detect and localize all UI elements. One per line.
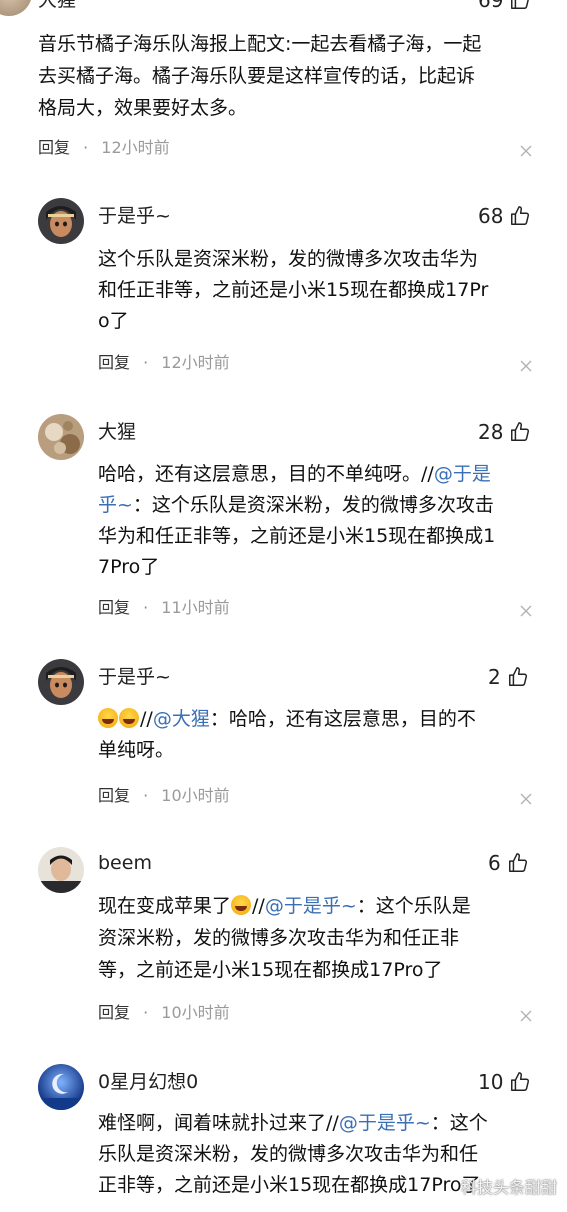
reply-button[interactable]: 回复 (98, 1003, 130, 1022)
separator: · (83, 138, 89, 157)
close-icon[interactable] (520, 605, 532, 617)
comment-meta: 回复 · 10小时前 (98, 1002, 230, 1024)
timestamp: 10小时前 (161, 1003, 230, 1022)
username[interactable]: 大猩 (38, 0, 76, 12)
comment-text: // (140, 708, 153, 730)
thumbs-up-icon (511, 1072, 530, 1091)
comment-text: 难怪啊，闻着味就扑过来了// (98, 1112, 339, 1134)
separator: · (143, 598, 149, 617)
like-count: 10 (478, 1070, 504, 1094)
comment-text-line: 哈哈，还有这层意思，目的不单纯呀。//@于是 (98, 458, 491, 490)
avatar[interactable] (0, 0, 32, 16)
thumbs-up-icon (511, 206, 530, 225)
comment-text-line: 这个乐队是资深米粉，发的微博多次攻击华为 (98, 248, 479, 270)
comment-text-line: 去买橘子海。橘子海乐队要是这样宣传的话，比起诉 (38, 65, 476, 87)
mention-link[interactable]: @大猩 (153, 708, 210, 730)
comment-text-line: 7Pro了 (98, 556, 160, 578)
comment-text-line: 格局大，效果要好太多。 (38, 97, 248, 119)
comment-meta: 回复 · 11小时前 (98, 597, 230, 619)
comment-text: ：这个乐队是资深米粉，发的微博多次攻击 (132, 494, 494, 516)
comment-text-line: 资深米粉，发的微博多次攻击华为和任正非 (98, 927, 460, 949)
avatar[interactable] (38, 198, 84, 244)
comment-text: 现在变成苹果了 (98, 895, 232, 917)
thumbs-up-icon (508, 667, 527, 686)
timestamp: 12小时前 (161, 353, 230, 372)
reply-button[interactable]: 回复 (98, 353, 130, 372)
close-icon[interactable] (520, 360, 532, 372)
avatar[interactable] (38, 847, 84, 893)
comment-text: ：哈哈，还有这层意思，目的不 (209, 708, 476, 730)
comment-text: ：这个乐队是 (356, 895, 471, 917)
comment-text-line: 单纯呀。 (98, 739, 175, 761)
timestamp: 12小时前 (101, 138, 170, 157)
comment-text-line: 等，之前还是小米15现在都换成17Pro了 (98, 959, 443, 981)
username[interactable]: beem (98, 851, 152, 875)
comment-text-line: 乎~：这个乐队是资深米粉，发的微博多次攻击 (98, 489, 494, 521)
username[interactable]: 0星月幻想0 (98, 1070, 198, 1094)
like-count: 6 (488, 851, 501, 875)
reply-button[interactable]: 回复 (38, 138, 70, 157)
comment-text-line: 乐队是资深米粉，发的微博多次攻击华为和任 (98, 1143, 479, 1165)
reply-button[interactable]: 回复 (98, 598, 130, 617)
watermark: 科技头条甜甜 (460, 1178, 557, 1197)
like-button[interactable]: 6 (488, 851, 529, 875)
grinning-emoji (231, 895, 252, 915)
comment-text-line: 和任正非等，之前还是小米15现在都换成17Pr (98, 279, 489, 301)
like-button[interactable]: 10 (478, 1070, 531, 1094)
reply-button[interactable]: 回复 (98, 786, 130, 805)
comment-text: // (252, 895, 265, 917)
timestamp: 11小时前 (161, 598, 230, 617)
avatar[interactable] (38, 659, 84, 705)
comment-text-line: 华为和任正非等，之前还是小米15现在都换成1 (98, 525, 496, 547)
comment-text-line: 难怪啊，闻着味就扑过来了//@于是乎~：这个 (98, 1107, 488, 1139)
comment-meta: 回复 · 12小时前 (38, 137, 170, 159)
like-count: 28 (478, 420, 504, 444)
avatar[interactable] (38, 1064, 84, 1110)
thumbs-up-icon (511, 0, 530, 9)
like-button[interactable]: 69 (478, 0, 531, 12)
separator: · (143, 786, 149, 805)
close-icon[interactable] (520, 145, 532, 157)
separator: · (143, 1003, 149, 1022)
thumbs-up-icon (508, 853, 527, 872)
laughing-crying-emoji (119, 708, 139, 728)
like-button[interactable]: 68 (478, 204, 531, 228)
close-icon[interactable] (520, 1010, 532, 1022)
mention-link[interactable]: @于是 (434, 463, 491, 485)
separator: · (143, 353, 149, 372)
comment-text: ：这个 (430, 1112, 488, 1134)
comment-text-line: 正非等，之前还是小米15现在都换成17Pro了 (98, 1174, 481, 1196)
username[interactable]: 大猩 (98, 420, 136, 444)
like-count: 2 (488, 665, 501, 689)
thumbs-up-icon (511, 422, 530, 441)
timestamp: 10小时前 (161, 786, 230, 805)
like-button[interactable]: 2 (488, 665, 529, 689)
mention-link[interactable]: @于是乎~ (265, 895, 357, 917)
mention-link[interactable]: @于是乎~ (339, 1112, 431, 1134)
mention-link[interactable]: 乎~ (98, 494, 133, 516)
comment-text-line: //@大猩：哈哈，还有这层意思，目的不 (98, 703, 476, 735)
comment-text-line: 现在变成苹果了 //@于是乎~：这个乐队是 (98, 890, 471, 922)
comment-meta: 回复 · 12小时前 (98, 352, 230, 374)
username[interactable]: 于是乎~ (98, 204, 171, 228)
avatar[interactable] (38, 414, 84, 460)
like-count: 68 (478, 204, 504, 228)
comment-text-line: 音乐节橘子海乐队海报上配文:一起去看橘子海，一起 (38, 33, 482, 55)
comment-meta: 回复 · 10小时前 (98, 785, 230, 807)
laughing-crying-emoji (98, 708, 118, 728)
like-button[interactable]: 28 (478, 420, 531, 444)
close-icon[interactable] (520, 793, 532, 805)
comment-text: 哈哈，还有这层意思，目的不单纯呀。// (98, 463, 434, 485)
like-count: 69 (478, 0, 504, 12)
comment-text-line: o了 (98, 310, 129, 332)
username[interactable]: 于是乎~ (98, 665, 171, 689)
